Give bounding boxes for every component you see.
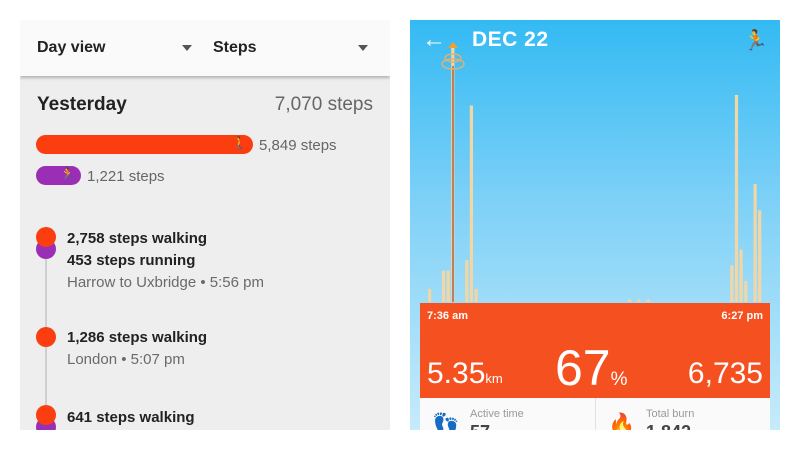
walking-dot (36, 327, 56, 347)
goal-percent-unit: % (610, 369, 628, 390)
step-bar (469, 105, 473, 302)
walking-steps-value: 5,849 steps (259, 137, 337, 154)
metric-dropdown-label: Steps (213, 39, 257, 56)
chevron-down-icon (358, 45, 368, 51)
active-time-value: 57 (470, 422, 490, 430)
walking-dot (36, 405, 56, 425)
step-bar (441, 270, 446, 302)
step-bar (446, 270, 450, 302)
active-time-stat[interactable]: 👣 Active time 57 (420, 398, 594, 430)
step-bar (465, 260, 469, 302)
running-steps-bar: 🏃 (36, 166, 81, 185)
step-bar (730, 265, 734, 302)
activity-entry[interactable]: 2,758 steps walking 453 steps running Ha… (67, 228, 264, 294)
step-bar (734, 95, 739, 302)
goal-flag-icon (441, 42, 465, 302)
chevron-down-icon (182, 45, 192, 51)
running-person-plus-icon[interactable]: 🏃 (743, 28, 768, 53)
view-dropdown[interactable]: Day view (37, 20, 197, 76)
active-time-label: Active time (470, 408, 524, 420)
steps-value: 6,735 (687, 357, 763, 390)
step-bar (753, 184, 757, 302)
app-screenshot: Day view Steps Yesterday 7,070 steps 🚶 5… (0, 0, 800, 450)
step-bar (428, 288, 432, 302)
step-bar (739, 249, 743, 302)
back-arrow-icon[interactable]: ← (422, 26, 446, 54)
total-burn-stat[interactable]: 🔥 Total burn 1,842 (595, 398, 769, 430)
total-burn-label: Total burn (646, 408, 695, 420)
summary-label: Yesterday (37, 94, 127, 115)
walking-dot (36, 227, 56, 247)
distance-value: 5.35km (427, 357, 503, 391)
step-bar (474, 288, 478, 302)
activity-line: 1,286 steps walking (67, 329, 208, 346)
footprints-icon: 👣 (432, 412, 460, 430)
step-bar (646, 299, 650, 302)
activity-entry[interactable]: 641 steps walking (67, 407, 195, 429)
flame-icon: 🔥 (608, 412, 636, 430)
step-bar (744, 281, 748, 302)
step-bar (758, 210, 762, 302)
running-person-icon: 🏃 (60, 167, 75, 181)
summary-value: 7,070 steps (274, 94, 373, 115)
activity-line: 453 steps running (67, 252, 196, 269)
activity-location: London • 5:07 pm (67, 351, 185, 368)
distance-unit: km (485, 371, 503, 386)
stats-row: 👣 Active time 57 🔥 Total burn 1,842 (420, 398, 770, 430)
activity-line: 641 steps walking (67, 409, 195, 426)
total-burn-value: 1,842 (646, 422, 691, 430)
day-detail-panel: ← DEC 22 🏃 7:36 am 6:27 pm 5.35km 67% 6,… (410, 20, 780, 430)
start-time: 7:36 am (427, 310, 468, 322)
activity-location: Harrow to Uxbridge • 5:56 pm (67, 274, 264, 291)
metric-dropdown[interactable]: Steps (213, 20, 373, 76)
date-title: DEC 22 (472, 28, 549, 51)
filter-toolbar: Day view Steps (20, 20, 390, 76)
view-dropdown-label: Day view (37, 39, 106, 56)
day-view-panel: Day view Steps Yesterday 7,070 steps 🚶 5… (20, 20, 390, 430)
activity-line: 2,758 steps walking (67, 230, 208, 247)
goal-percent-number: 67 (555, 340, 611, 396)
activity-entry[interactable]: 1,286 steps walking London • 5:07 pm (67, 327, 207, 371)
walking-steps-bar: 🚶 (36, 135, 253, 154)
goal-percent: 67% (555, 339, 628, 397)
end-time: 6:27 pm (721, 310, 763, 322)
step-bar (637, 299, 641, 302)
step-bar (627, 299, 632, 302)
walking-person-icon: 🚶 (232, 136, 247, 150)
distance-number: 5.35 (427, 357, 486, 390)
running-steps-value: 1,221 steps (87, 168, 165, 185)
